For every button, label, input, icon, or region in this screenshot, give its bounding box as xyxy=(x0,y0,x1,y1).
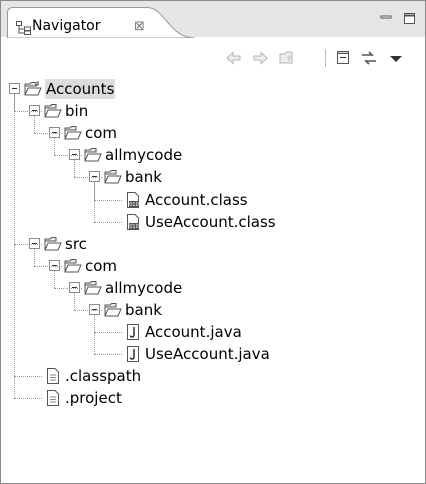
folder-open-icon xyxy=(104,302,122,318)
folder-open-icon xyxy=(44,236,62,252)
tree-item-useaccount-java[interactable]: UseAccount.java xyxy=(1,344,421,365)
text-file-icon xyxy=(44,368,62,385)
view-tab-strip: Navigator ⊠ xyxy=(1,1,425,38)
tree-item-label: allmycode xyxy=(105,278,183,297)
tree-item-label: UseAccount.java xyxy=(145,345,270,364)
folder-open-icon xyxy=(84,280,102,296)
close-icon[interactable]: ⊠ xyxy=(134,20,145,33)
tree-connector xyxy=(94,354,122,356)
class-file-icon: 010 xyxy=(124,191,142,208)
collapse-all-icon[interactable] xyxy=(332,48,354,68)
view-title: Navigator xyxy=(32,18,101,34)
maximize-icon[interactable] xyxy=(401,10,419,28)
tree-item-accounts[interactable]: Accounts xyxy=(1,79,421,100)
tree-connector xyxy=(94,332,122,334)
tree-connector xyxy=(14,398,42,400)
navigator-tree: Accounts bin com allmycode bank 010 Account.cl… xyxy=(1,79,425,483)
tree-item-label: Account.class xyxy=(145,190,248,209)
tree-connector xyxy=(34,133,62,135)
tree-item-label: UseAccount.class xyxy=(145,212,276,231)
java-file-icon xyxy=(124,346,142,363)
folder-open-icon xyxy=(104,169,122,185)
tree-connector xyxy=(74,292,76,310)
tree-connector xyxy=(54,138,56,156)
tree-connector xyxy=(54,155,82,157)
tree-item-bank[interactable]: bank xyxy=(1,300,421,321)
up-folder-icon[interactable] xyxy=(277,48,299,68)
tree-item-label: com xyxy=(85,124,118,143)
forward-arrow-icon[interactable] xyxy=(249,48,271,68)
tree-connector xyxy=(54,270,56,288)
view-menu-icon[interactable] xyxy=(385,48,407,68)
text-file-icon xyxy=(44,390,62,407)
class-file-icon: 010 xyxy=(124,213,142,230)
tree-connector xyxy=(14,111,42,113)
tree-item-label: bank xyxy=(125,168,162,187)
folder-open-icon xyxy=(44,103,62,119)
tree-connector xyxy=(94,199,122,202)
tree-item-com[interactable]: com xyxy=(1,256,421,277)
tree-connector xyxy=(14,243,42,246)
navigator-view: Navigator ⊠ Accounts bin com allmycode b… xyxy=(0,0,426,484)
link-with-editor-icon[interactable] xyxy=(358,48,380,68)
navigator-tree-icon xyxy=(16,20,32,35)
svg-text:010: 010 xyxy=(129,202,139,208)
tree-item-label: bank xyxy=(125,301,162,319)
tree-connector xyxy=(94,315,96,355)
tree-item-account-java[interactable]: Account.java xyxy=(1,322,421,343)
tree-connector xyxy=(34,265,62,268)
tree-item-label: Accounts xyxy=(45,79,116,99)
tree-connector xyxy=(94,221,122,224)
tree-item-label: .project xyxy=(65,389,122,408)
minimize-icon[interactable] xyxy=(378,10,396,28)
tree-connector xyxy=(74,177,102,179)
tree-item-project[interactable]: .project xyxy=(1,388,421,409)
tree-item-useaccount-class[interactable]: 010 UseAccount.class xyxy=(1,212,421,233)
tree-item-label: src xyxy=(65,234,87,253)
tree-item-com[interactable]: com xyxy=(1,123,421,144)
tree-connector xyxy=(14,376,42,378)
tree-connector xyxy=(34,116,36,134)
tree-connector xyxy=(34,248,36,266)
folder-open-icon xyxy=(64,125,82,141)
tree-item-label: .classpath xyxy=(65,367,142,386)
tree-item-label: allmycode xyxy=(105,146,183,165)
tree-connector xyxy=(74,160,76,178)
collapse-toggle-icon[interactable] xyxy=(9,83,20,94)
project-icon xyxy=(24,81,42,97)
tree-item-bin[interactable]: bin xyxy=(1,101,421,122)
tree-item-label: bin xyxy=(65,102,89,121)
view-toolbar xyxy=(1,38,425,76)
tree-item-label: Account.java xyxy=(145,323,242,342)
window-controls xyxy=(378,10,419,28)
java-file-icon xyxy=(124,324,142,341)
tree-connector xyxy=(74,310,102,312)
svg-text:010: 010 xyxy=(129,224,139,230)
tree-connector xyxy=(14,94,16,399)
folder-open-icon xyxy=(64,258,82,274)
folder-open-icon xyxy=(84,147,102,163)
tree-connector xyxy=(94,182,96,222)
tree-connector xyxy=(54,287,82,290)
tab-navigator[interactable]: Navigator ⊠ xyxy=(7,7,195,38)
tree-item-src[interactable]: src xyxy=(1,234,421,255)
toolbar-separator xyxy=(325,49,326,67)
back-arrow-icon[interactable] xyxy=(223,48,245,68)
tree-item-account-class[interactable]: 010 Account.class xyxy=(1,190,421,211)
tree-item-bank[interactable]: bank xyxy=(1,167,421,188)
tree-item-classpath[interactable]: .classpath xyxy=(1,366,421,387)
tree-item-label: com xyxy=(85,256,118,275)
